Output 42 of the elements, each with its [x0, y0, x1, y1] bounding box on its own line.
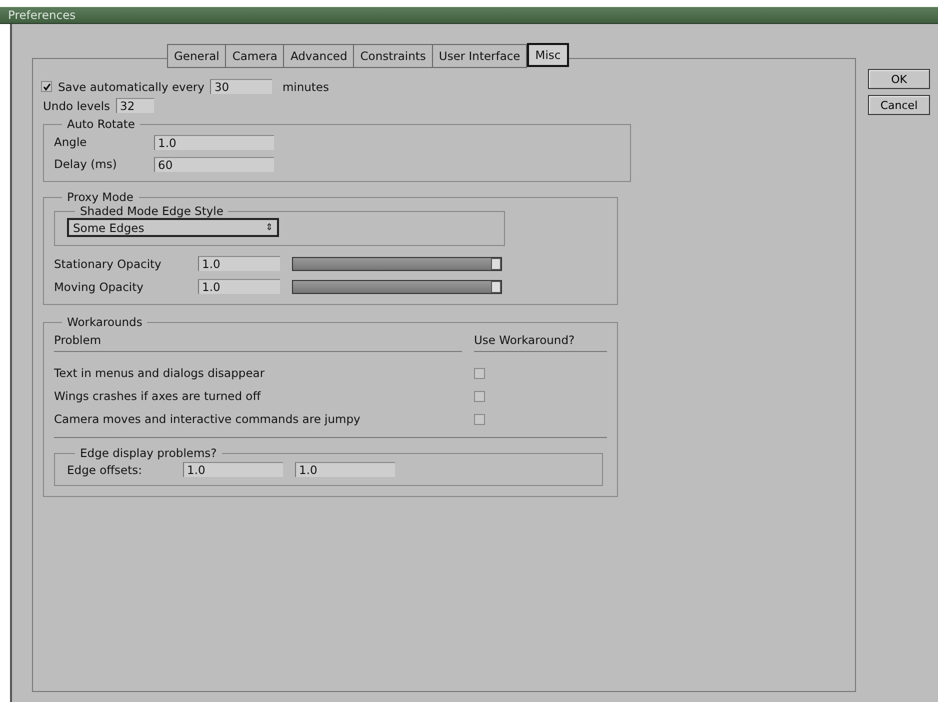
tab[interactable]: Advanced	[284, 44, 354, 68]
input-field[interactable]: 60	[154, 156, 274, 172]
input-field[interactable]: 1.0	[295, 462, 395, 477]
checkbox[interactable]	[474, 414, 485, 425]
field-label: Edge offsets:	[67, 462, 143, 476]
column-header: Problem	[54, 332, 102, 349]
checkbox[interactable]	[474, 391, 485, 402]
checkbox[interactable]	[41, 81, 52, 92]
column-header: Use Workaround?	[474, 332, 576, 349]
field-label: Moving Opacity	[54, 280, 144, 294]
window-title: Preferences	[0, 7, 938, 24]
tab[interactable]: Camera	[226, 44, 284, 68]
problem-text: Camera moves and interactive commands are jumpy	[54, 411, 362, 428]
input-field[interactable]: 1.0	[198, 279, 280, 294]
group-title: Proxy Mode	[66, 190, 134, 204]
cancel-button[interactable]: Cancel	[868, 95, 930, 115]
tab[interactable]: User Interface	[432, 44, 528, 68]
slider[interactable]	[292, 256, 502, 270]
tab[interactable]: General	[167, 44, 226, 68]
group-title: Auto Rotate	[66, 117, 136, 131]
input-field[interactable]: 30	[210, 79, 272, 94]
input-field[interactable]: 1.0	[198, 256, 280, 271]
tab[interactable]: Constraints	[354, 44, 433, 68]
group-title: Shaded Mode Edge Style	[79, 204, 224, 218]
input-field[interactable]: 1.0	[154, 134, 274, 150]
field-label: Delay (ms)	[54, 157, 118, 171]
input-field[interactable]: 1.0	[183, 462, 283, 477]
problem-text: Wings crashes if axes are turned off	[54, 388, 262, 405]
group-title: Edge display problems?	[79, 446, 218, 460]
slider[interactable]	[292, 280, 502, 294]
undo-label: Undo levels	[43, 98, 110, 112]
ok-button[interactable]: OK	[868, 69, 930, 89]
problem-text: Text in menus and dialogs disappear	[54, 365, 266, 382]
autosave-label: Save automatically every	[58, 80, 204, 94]
tab[interactable]: Misc	[527, 43, 569, 67]
field-label: Stationary Opacity	[54, 256, 162, 270]
checkbox[interactable]	[474, 368, 485, 379]
input-field[interactable]: 32	[116, 98, 154, 113]
group-title: Workarounds	[66, 315, 144, 329]
field-label: Angle	[54, 135, 88, 149]
unit-label: minutes	[282, 80, 329, 94]
dropdown[interactable]: Some Edges ⇕	[67, 218, 279, 237]
